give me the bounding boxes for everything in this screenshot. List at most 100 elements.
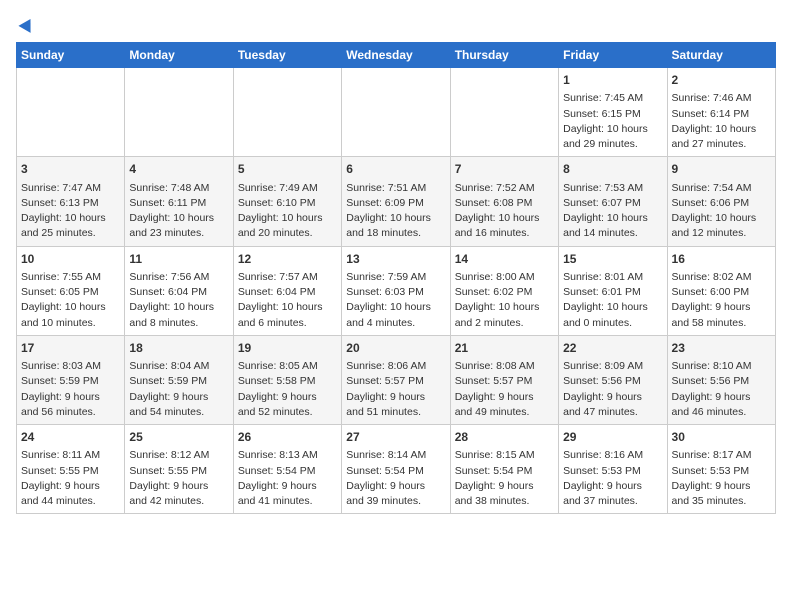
- weekday-header: Monday: [125, 43, 233, 68]
- calendar-cell: 25Sunrise: 8:12 AMSunset: 5:55 PMDayligh…: [125, 425, 233, 514]
- cell-content-line: and 18 minutes.: [346, 226, 445, 241]
- cell-content-line: Sunset: 6:02 PM: [455, 285, 554, 300]
- cell-content-line: Sunrise: 7:49 AM: [238, 181, 337, 196]
- calendar-cell: 13Sunrise: 7:59 AMSunset: 6:03 PMDayligh…: [342, 246, 450, 335]
- calendar-cell: 21Sunrise: 8:08 AMSunset: 5:57 PMDayligh…: [450, 335, 558, 424]
- calendar-cell: 10Sunrise: 7:55 AMSunset: 6:05 PMDayligh…: [17, 246, 125, 335]
- cell-content-line: Sunset: 6:14 PM: [672, 107, 771, 122]
- calendar-cell: 5Sunrise: 7:49 AMSunset: 6:10 PMDaylight…: [233, 157, 341, 246]
- day-number: 4: [129, 161, 228, 178]
- calendar-cell: [125, 68, 233, 157]
- cell-content-line: and 38 minutes.: [455, 494, 554, 509]
- header-row: SundayMondayTuesdayWednesdayThursdayFrid…: [17, 43, 776, 68]
- calendar-cell: 11Sunrise: 7:56 AMSunset: 6:04 PMDayligh…: [125, 246, 233, 335]
- calendar-cell: 18Sunrise: 8:04 AMSunset: 5:59 PMDayligh…: [125, 335, 233, 424]
- day-number: 30: [672, 429, 771, 446]
- cell-content-line: Sunset: 5:59 PM: [129, 374, 228, 389]
- cell-content-line: Sunrise: 7:54 AM: [672, 181, 771, 196]
- cell-content-line: Daylight: 10 hours: [129, 300, 228, 315]
- cell-content-line: Sunset: 6:13 PM: [21, 196, 120, 211]
- cell-content-line: Sunset: 6:06 PM: [672, 196, 771, 211]
- calendar-cell: 17Sunrise: 8:03 AMSunset: 5:59 PMDayligh…: [17, 335, 125, 424]
- day-number: 3: [21, 161, 120, 178]
- cell-content-line: Sunset: 5:56 PM: [672, 374, 771, 389]
- day-number: 28: [455, 429, 554, 446]
- cell-content-line: Daylight: 10 hours: [21, 211, 120, 226]
- cell-content-line: and 20 minutes.: [238, 226, 337, 241]
- day-number: 17: [21, 340, 120, 357]
- cell-content-line: Daylight: 10 hours: [672, 122, 771, 137]
- day-number: 5: [238, 161, 337, 178]
- cell-content-line: Sunset: 5:55 PM: [129, 464, 228, 479]
- calendar-week-row: 17Sunrise: 8:03 AMSunset: 5:59 PMDayligh…: [17, 335, 776, 424]
- cell-content-line: Daylight: 9 hours: [672, 300, 771, 315]
- day-number: 26: [238, 429, 337, 446]
- calendar-cell: 3Sunrise: 7:47 AMSunset: 6:13 PMDaylight…: [17, 157, 125, 246]
- day-number: 22: [563, 340, 662, 357]
- calendar-cell: 27Sunrise: 8:14 AMSunset: 5:54 PMDayligh…: [342, 425, 450, 514]
- cell-content-line: Sunrise: 8:04 AM: [129, 359, 228, 374]
- cell-content-line: Sunrise: 7:53 AM: [563, 181, 662, 196]
- cell-content-line: Sunrise: 8:02 AM: [672, 270, 771, 285]
- day-number: 27: [346, 429, 445, 446]
- calendar-cell: 20Sunrise: 8:06 AMSunset: 5:57 PMDayligh…: [342, 335, 450, 424]
- calendar-week-row: 10Sunrise: 7:55 AMSunset: 6:05 PMDayligh…: [17, 246, 776, 335]
- cell-content-line: and 10 minutes.: [21, 316, 120, 331]
- calendar-cell: 9Sunrise: 7:54 AMSunset: 6:06 PMDaylight…: [667, 157, 775, 246]
- cell-content-line: Daylight: 10 hours: [563, 122, 662, 137]
- cell-content-line: Sunrise: 8:00 AM: [455, 270, 554, 285]
- cell-content-line: Sunrise: 8:08 AM: [455, 359, 554, 374]
- cell-content-line: and 23 minutes.: [129, 226, 228, 241]
- cell-content-line: Sunset: 5:59 PM: [21, 374, 120, 389]
- cell-content-line: Sunset: 5:54 PM: [455, 464, 554, 479]
- cell-content-line: Sunset: 5:54 PM: [346, 464, 445, 479]
- cell-content-line: and 52 minutes.: [238, 405, 337, 420]
- cell-content-line: and 0 minutes.: [563, 316, 662, 331]
- cell-content-line: Sunset: 6:04 PM: [238, 285, 337, 300]
- cell-content-line: Sunset: 5:56 PM: [563, 374, 662, 389]
- day-number: 1: [563, 72, 662, 89]
- calendar-cell: [450, 68, 558, 157]
- calendar-cell: 22Sunrise: 8:09 AMSunset: 5:56 PMDayligh…: [559, 335, 667, 424]
- cell-content-line: Sunrise: 8:13 AM: [238, 448, 337, 463]
- cell-content-line: Daylight: 10 hours: [238, 211, 337, 226]
- cell-content-line: Sunset: 6:15 PM: [563, 107, 662, 122]
- cell-content-line: and 2 minutes.: [455, 316, 554, 331]
- cell-content-line: Sunrise: 7:51 AM: [346, 181, 445, 196]
- calendar-cell: 19Sunrise: 8:05 AMSunset: 5:58 PMDayligh…: [233, 335, 341, 424]
- calendar-cell: 29Sunrise: 8:16 AMSunset: 5:53 PMDayligh…: [559, 425, 667, 514]
- day-number: 7: [455, 161, 554, 178]
- cell-content-line: Sunrise: 8:15 AM: [455, 448, 554, 463]
- calendar-cell: 30Sunrise: 8:17 AMSunset: 5:53 PMDayligh…: [667, 425, 775, 514]
- calendar-body: 1Sunrise: 7:45 AMSunset: 6:15 PMDaylight…: [17, 68, 776, 514]
- day-number: 9: [672, 161, 771, 178]
- cell-content-line: and 4 minutes.: [346, 316, 445, 331]
- calendar-cell: 23Sunrise: 8:10 AMSunset: 5:56 PMDayligh…: [667, 335, 775, 424]
- cell-content-line: Sunset: 6:01 PM: [563, 285, 662, 300]
- cell-content-line: and 49 minutes.: [455, 405, 554, 420]
- cell-content-line: Daylight: 9 hours: [238, 479, 337, 494]
- cell-content-line: Daylight: 9 hours: [455, 390, 554, 405]
- cell-content-line: Sunrise: 8:11 AM: [21, 448, 120, 463]
- cell-content-line: and 29 minutes.: [563, 137, 662, 152]
- cell-content-line: Daylight: 10 hours: [563, 211, 662, 226]
- cell-content-line: Sunrise: 7:55 AM: [21, 270, 120, 285]
- calendar-cell: 24Sunrise: 8:11 AMSunset: 5:55 PMDayligh…: [17, 425, 125, 514]
- calendar-cell: [17, 68, 125, 157]
- day-number: 29: [563, 429, 662, 446]
- day-number: 25: [129, 429, 228, 446]
- cell-content-line: Sunrise: 7:57 AM: [238, 270, 337, 285]
- cell-content-line: Sunrise: 7:59 AM: [346, 270, 445, 285]
- cell-content-line: Daylight: 9 hours: [346, 479, 445, 494]
- weekday-header: Thursday: [450, 43, 558, 68]
- day-number: 6: [346, 161, 445, 178]
- calendar-cell: 26Sunrise: 8:13 AMSunset: 5:54 PMDayligh…: [233, 425, 341, 514]
- weekday-header: Wednesday: [342, 43, 450, 68]
- day-number: 21: [455, 340, 554, 357]
- cell-content-line: Daylight: 10 hours: [238, 300, 337, 315]
- cell-content-line: Sunset: 6:08 PM: [455, 196, 554, 211]
- cell-content-line: Sunset: 5:53 PM: [672, 464, 771, 479]
- day-number: 23: [672, 340, 771, 357]
- cell-content-line: Daylight: 10 hours: [21, 300, 120, 315]
- cell-content-line: and 54 minutes.: [129, 405, 228, 420]
